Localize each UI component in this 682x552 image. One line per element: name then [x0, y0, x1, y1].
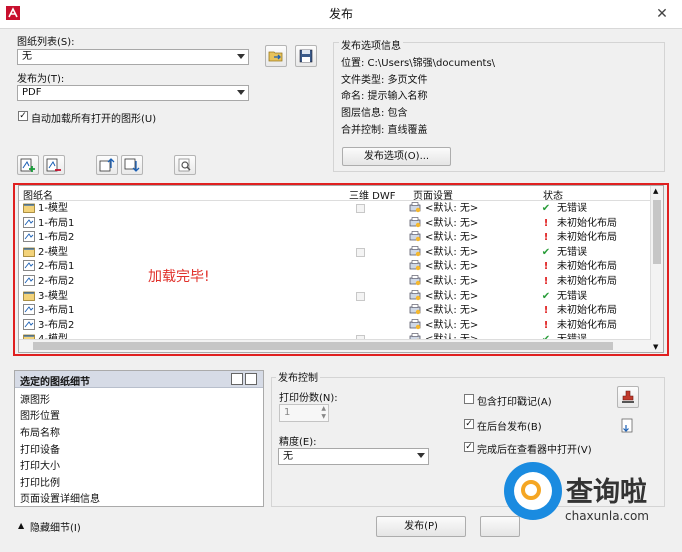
stepper-up-icon[interactable]: ▲ — [321, 405, 326, 412]
detail-item: 打印大小 — [20, 461, 60, 472]
watermark-magnifier-icon — [521, 480, 541, 500]
copies-stepper[interactable]: 1 ▲ ▼ — [279, 404, 329, 422]
save-sheet-list-button[interactable] — [295, 45, 317, 67]
add-sheets-button[interactable] — [17, 155, 39, 175]
detail-item: 图形位置 — [20, 411, 60, 422]
sheet-list-label: 图纸列表(S): — [17, 37, 75, 48]
publish-options-header: 发布选项信息 — [339, 37, 403, 52]
info-naming: 命名: 提示输入名称 — [341, 91, 428, 102]
include-stamp-label: 包含打印戳记(A) — [477, 397, 552, 408]
close-icon[interactable]: ✕ — [652, 4, 672, 24]
load-sheet-list-button[interactable] — [265, 45, 287, 67]
publish-sheet-icon[interactable] — [617, 416, 639, 438]
auto-load-label: 自动加载所有打开的图形(U) — [31, 114, 157, 125]
folder-open-icon — [268, 51, 283, 62]
highlight-box — [13, 183, 669, 356]
chevron-down-icon — [237, 90, 245, 95]
info-merge: 合并控制: 直线覆盖 — [341, 125, 428, 136]
info-layer: 图层信息: 包含 — [341, 108, 408, 119]
open-viewer-checkbox[interactable]: ✓ — [464, 442, 474, 452]
remove-sheet-icon — [46, 158, 61, 172]
publish-to-value: PDF — [22, 87, 42, 98]
include-stamp-checkbox[interactable] — [464, 394, 474, 404]
publish-button[interactable]: 发布(P) — [376, 516, 466, 537]
add-sheet-icon — [20, 158, 35, 172]
publish-to-select[interactable]: PDF — [17, 85, 249, 101]
publish-options-button[interactable]: 发布选项(O)... — [342, 147, 451, 166]
preview-button[interactable] — [174, 155, 196, 175]
info-location: 位置: C:\Users\锦强\documents\ — [341, 58, 496, 69]
detail-item: 布局名称 — [20, 428, 60, 439]
background-publish-checkbox[interactable]: ✓ — [464, 419, 474, 429]
selected-sheet-details: 选定的图纸细节 源图形 图形位置 布局名称 打印设备 打印大小 打印比例 页面设… — [14, 370, 264, 507]
sheet-list-select[interactable]: 无 — [17, 49, 249, 65]
detail-item: 页面设置详细信息 — [20, 494, 100, 505]
auto-load-checkbox[interactable]: ✓ — [18, 111, 28, 121]
move-sheet-up-button[interactable] — [96, 155, 118, 175]
copies-value: 1 — [284, 407, 291, 418]
detail-item: 打印设备 — [20, 445, 60, 456]
info-file-type: 文件类型: 多页文件 — [341, 75, 428, 86]
precision-value: 无 — [283, 451, 293, 462]
loaded-annotation: 加载完毕! — [148, 269, 210, 285]
detail-item: 源图形 — [20, 395, 50, 406]
save-icon — [299, 49, 313, 63]
chevron-up-icon[interactable]: ▲ — [18, 521, 24, 530]
watermark-brand: 查询啦 — [566, 477, 647, 508]
remove-sheets-button[interactable] — [43, 155, 65, 175]
open-viewer-label: 完成后在查看器中打开(V) — [477, 445, 592, 456]
precision-select[interactable]: 无 — [278, 448, 429, 465]
magnifier-icon — [178, 158, 191, 172]
publish-to-label: 发布为(T): — [17, 74, 65, 85]
watermark-url: chaxunla.com — [565, 509, 649, 523]
copies-label: 打印份数(N): — [279, 393, 338, 404]
window-title: 发布 — [328, 7, 353, 21]
stamp-icon — [622, 390, 634, 403]
cancel-button[interactable] — [480, 516, 520, 537]
chevron-down-icon — [417, 453, 425, 458]
details-title: 选定的图纸细节 — [20, 377, 90, 388]
chevron-down-icon — [237, 54, 245, 59]
precision-label: 精度(E): — [279, 437, 317, 448]
details-header: 选定的图纸细节 — [15, 371, 263, 388]
stepper-down-icon[interactable]: ▼ — [321, 413, 326, 420]
details-window-icon[interactable] — [245, 373, 257, 385]
move-down-icon — [124, 158, 140, 172]
copy-details-icon[interactable] — [231, 373, 243, 385]
plot-stamp-settings-button[interactable] — [617, 386, 639, 408]
sheet-list-value: 无 — [22, 51, 32, 62]
publish-control-header: 发布控制 — [276, 369, 320, 384]
detail-item: 打印比例 — [20, 478, 60, 489]
background-publish-label: 在后台发布(B) — [477, 422, 542, 433]
move-up-icon — [99, 158, 115, 172]
move-sheet-down-button[interactable] — [121, 155, 143, 175]
document-icon — [621, 418, 633, 433]
hide-details-link[interactable]: 隐藏细节(I) — [30, 519, 81, 534]
